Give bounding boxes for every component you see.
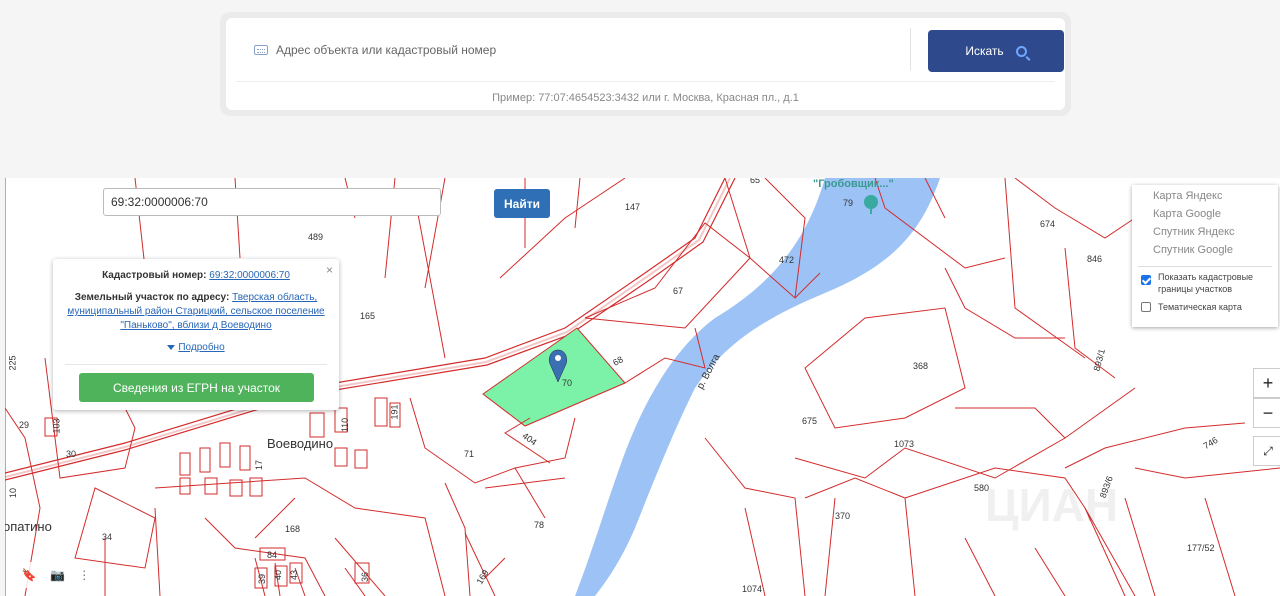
parcel-number: 147 — [625, 202, 641, 212]
chevron-down-icon — [167, 344, 176, 350]
search-panel: Искать Пример: 77:07:4654523:3432 или г.… — [226, 18, 1065, 110]
layer-google-map[interactable]: Карта Google — [1153, 208, 1221, 220]
parcel-number: 191 — [389, 404, 400, 420]
parcel-number: 30 — [66, 449, 77, 459]
parcel-number: 68 — [611, 354, 625, 368]
parcel-number: 29 — [19, 420, 30, 430]
map-tools: 🔖 📷 ⋮ — [15, 562, 97, 588]
map-layers-panel: Карта Яндекс Карта Google Спутник Яндекс… — [1132, 185, 1278, 327]
parcel-number: 36 — [360, 571, 371, 583]
parcel-number: 368 — [913, 361, 929, 371]
parcel-number: 472 — [779, 255, 795, 265]
cadastral-borders-label: Показать кадастровые границы участков — [1158, 272, 1254, 294]
search-button-label: Искать — [965, 44, 1004, 58]
parcel-number: 10 — [8, 487, 19, 499]
egrn-info-button[interactable]: Сведения из ЕГРН на участок — [79, 373, 314, 402]
more-icon[interactable]: ⋮ — [78, 568, 90, 582]
address-label: Земельный участок по адресу: — [74, 292, 230, 303]
parcel-number: 225 — [7, 355, 18, 371]
parcel-number: 580 — [974, 483, 990, 493]
cadastral-map[interactable]: Воеводино опатино р. Волга "Гробовщик...… — [5, 178, 1280, 596]
search-section: Искать Пример: 77:07:4654523:3432 или г.… — [0, 0, 1280, 178]
parcel-number: 65 — [750, 178, 761, 185]
parcel-number: 674 — [1040, 219, 1056, 229]
find-button[interactable]: Найти — [494, 189, 550, 218]
thematic-map-checkbox[interactable] — [1141, 302, 1151, 312]
cadastral-number-link[interactable]: 69:32:0000006:70 — [209, 270, 290, 281]
parcel-number: 675 — [802, 416, 818, 426]
parcel-number: 43 — [289, 569, 300, 581]
parcel-number: 893/1 — [1091, 347, 1108, 373]
search-example: Пример: 77:07:4654523:3432 или г. Москва… — [492, 92, 799, 104]
parcel-number: 846 — [1087, 254, 1103, 264]
fullscreen-button[interactable]: ⤢ — [1253, 436, 1280, 466]
cadastral-number-row: Кадастровый номер: 69:32:0000006:70 — [53, 270, 339, 281]
parcel-number: 746 — [1201, 434, 1220, 452]
divider — [236, 81, 1055, 82]
search-card: Искать Пример: 77:07:4654523:3432 или г.… — [220, 12, 1071, 116]
address-search-input[interactable] — [276, 36, 906, 64]
divider — [1138, 266, 1272, 267]
parcel-number: 67 — [673, 286, 684, 296]
layer-yandex-satellite[interactable]: Спутник Яндекс — [1153, 226, 1235, 238]
camera-icon[interactable]: 📷 — [50, 568, 65, 582]
parcel-number: 370 — [835, 511, 851, 521]
parcel-number: 39 — [257, 573, 268, 585]
layer-yandex-map[interactable]: Карта Яндекс — [1153, 190, 1222, 202]
parcel-info-popup: × Кадастровый номер: 69:32:0000006:70 Зе… — [53, 259, 339, 410]
parcel-number: 168 — [285, 524, 301, 534]
parcel-number: 103 — [51, 418, 62, 434]
parcel-number: 17 — [254, 459, 265, 471]
details-toggle[interactable]: Подробно — [53, 342, 339, 353]
parcel-number: 70 — [562, 378, 573, 388]
search-icon — [1015, 45, 1027, 57]
parcel-number: 78 — [534, 520, 545, 530]
parcel-number: 1073 — [894, 439, 915, 449]
parcel-number: 34 — [102, 532, 113, 542]
parcel-number: 79 — [843, 198, 854, 208]
zoom-out-button[interactable]: − — [1253, 398, 1280, 428]
layer-google-satellite[interactable]: Спутник Google — [1153, 244, 1233, 256]
details-label: Подробно — [178, 342, 225, 353]
parcel-number: 1074 — [742, 584, 763, 594]
divider — [910, 28, 911, 70]
parcel-number: 71 — [464, 449, 475, 459]
parcel-number: 404 — [520, 430, 539, 448]
parcel-number: 489 — [308, 232, 324, 242]
divider — [65, 364, 327, 365]
parcel-number: 40 — [273, 569, 284, 581]
parcel-number: 110 — [340, 417, 351, 433]
thematic-map-label: Тематическая карта — [1158, 302, 1242, 312]
parcel-number: 84 — [267, 550, 278, 560]
expand-icon: ⤢ — [1263, 443, 1273, 458]
parcel-number: 893/6 — [1097, 474, 1115, 500]
cadastral-borders-checkbox[interactable] — [1141, 275, 1151, 285]
parcel-number: 169 — [474, 567, 491, 587]
address-row: Земельный участок по адресу: Тверская об… — [61, 291, 331, 333]
bookmark-icon[interactable]: 🔖 — [22, 568, 37, 582]
search-button[interactable]: Искать — [928, 30, 1064, 72]
parcel-number: 165 — [360, 311, 376, 321]
keyboard-icon — [254, 45, 268, 55]
cadastral-number-input[interactable] — [103, 188, 441, 216]
cadastral-number-label: Кадастровый номер: — [102, 270, 207, 281]
parcel-number: 177/52 — [1187, 543, 1215, 553]
zoom-in-button[interactable]: + — [1253, 368, 1280, 398]
